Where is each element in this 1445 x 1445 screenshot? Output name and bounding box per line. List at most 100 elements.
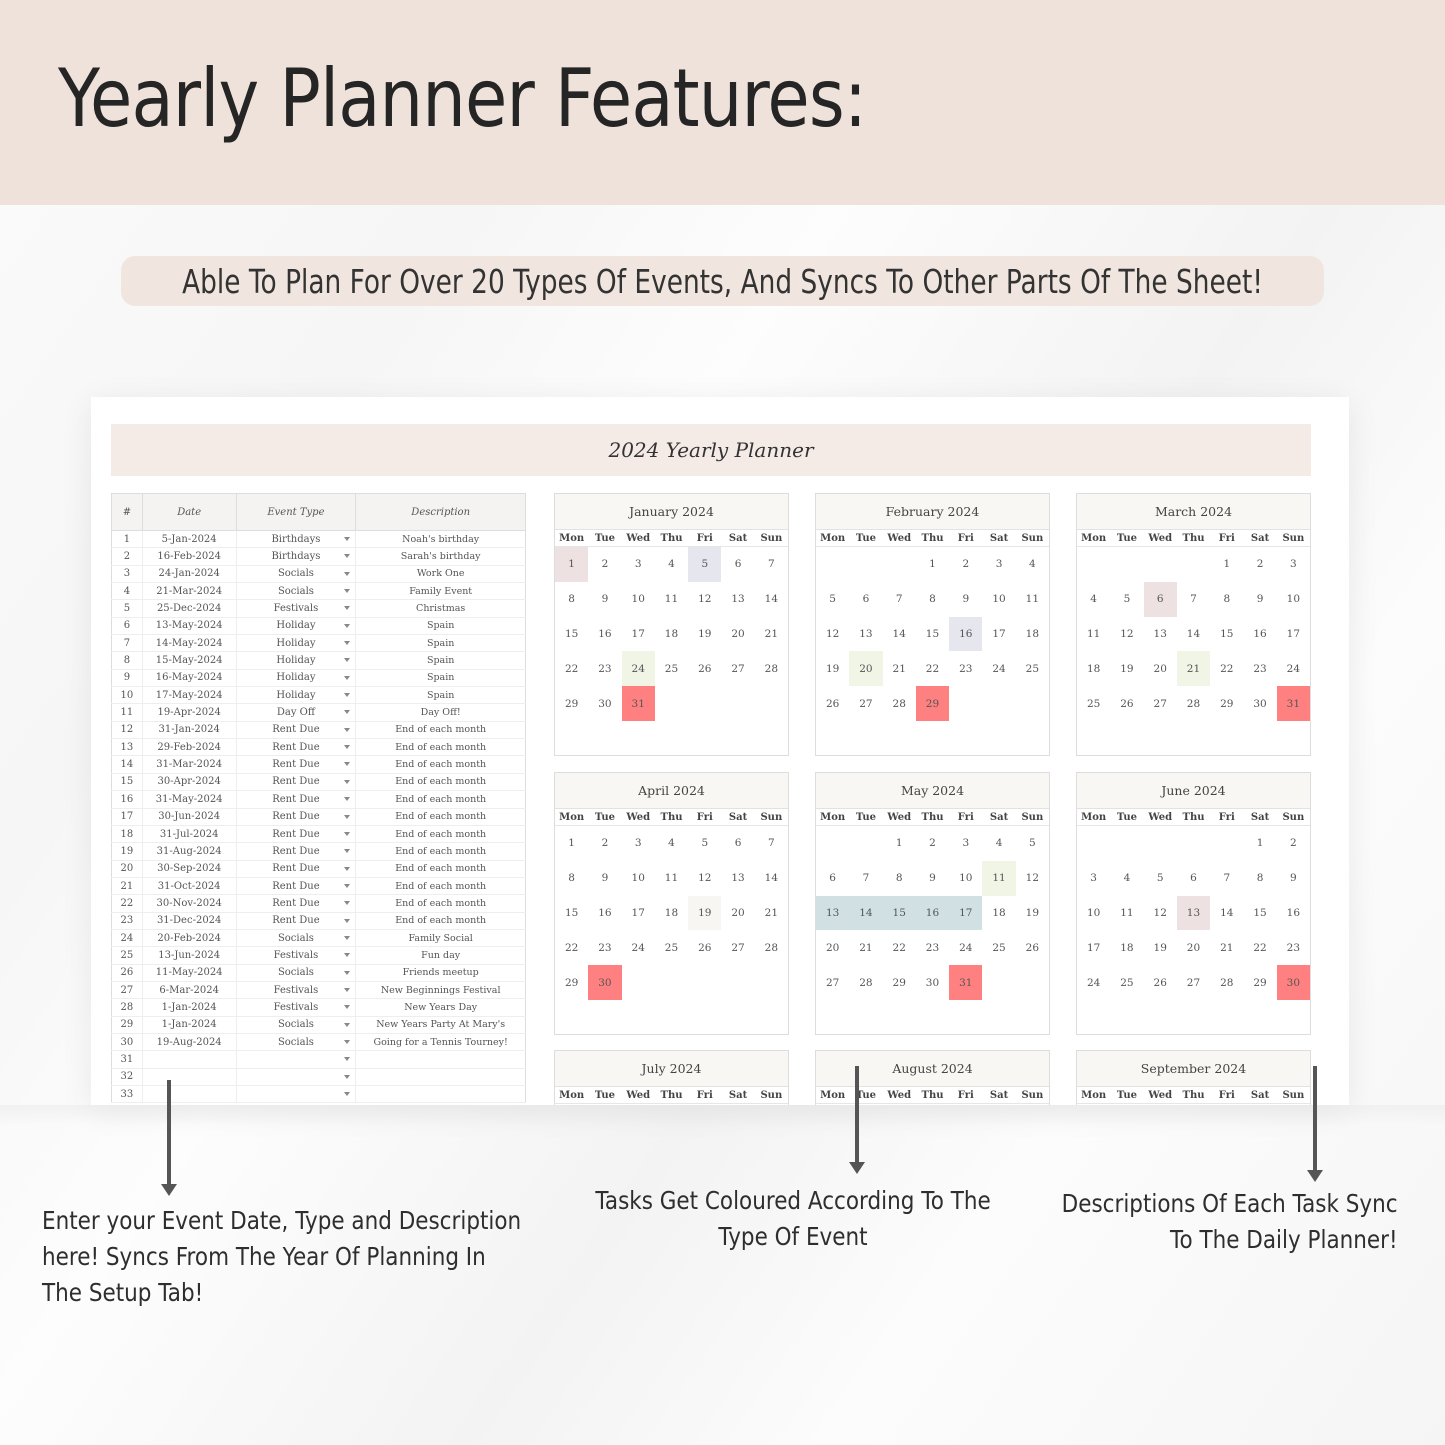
event-type-dropdown[interactable]: Holiday [236, 651, 357, 670]
event-type-dropdown[interactable] [236, 1050, 357, 1069]
event-type-dropdown[interactable]: Socials [236, 1016, 357, 1034]
day-cell[interactable]: 3 [622, 547, 655, 582]
dropdown-arrow-icon[interactable] [344, 762, 351, 767]
date-cell[interactable]: 21-Mar-2024 [142, 582, 237, 601]
day-cell[interactable]: 6 [1177, 861, 1210, 896]
day-cell[interactable]: 8 [883, 861, 916, 896]
day-cell[interactable]: 6 [721, 826, 754, 861]
date-cell[interactable]: 14-May-2024 [142, 634, 237, 653]
day-cell[interactable]: 20 [1144, 651, 1177, 686]
day-cell[interactable]: 4 [1077, 582, 1110, 617]
day-cell[interactable]: 25 [1016, 651, 1049, 686]
description-cell[interactable]: Spain [355, 651, 526, 670]
day-cell[interactable]: 5 [1144, 861, 1177, 896]
day-cell[interactable]: 12 [1016, 861, 1049, 896]
description-cell[interactable] [355, 1085, 526, 1104]
day-cell[interactable]: 3 [1077, 861, 1110, 896]
date-cell[interactable]: 16-May-2024 [142, 669, 237, 688]
day-cell[interactable]: 7 [755, 826, 788, 861]
day-cell[interactable]: 30 [916, 965, 949, 1000]
dropdown-arrow-icon[interactable] [344, 745, 351, 750]
day-cell[interactable]: 10 [622, 582, 655, 617]
event-type-dropdown[interactable]: Holiday [236, 634, 357, 653]
day-cell[interactable]: 23 [588, 651, 621, 686]
event-type-dropdown[interactable]: Rent Due [236, 773, 357, 792]
dropdown-arrow-icon[interactable] [344, 1074, 351, 1079]
day-cell[interactable]: 27 [721, 651, 754, 686]
day-cell[interactable]: 5 [1016, 826, 1049, 861]
day-cell[interactable]: 28 [849, 965, 882, 1000]
day-cell[interactable]: 29 [1243, 965, 1276, 1000]
dropdown-arrow-icon[interactable] [344, 1092, 351, 1096]
day-cell[interactable]: 18 [655, 896, 688, 931]
date-cell[interactable]: 31-Oct-2024 [142, 877, 237, 896]
day-cell-highlighted[interactable]: 31 [621, 686, 655, 721]
day-cell[interactable]: 16 [588, 896, 621, 931]
day-cell[interactable]: 12 [1144, 896, 1177, 931]
dropdown-arrow-icon[interactable] [344, 779, 351, 784]
dropdown-arrow-icon[interactable] [344, 935, 351, 940]
day-cell[interactable]: 9 [1243, 582, 1276, 617]
event-type-dropdown[interactable]: Rent Due [236, 842, 357, 861]
event-type-dropdown[interactable]: Socials [236, 964, 357, 982]
day-cell[interactable]: 12 [816, 617, 849, 652]
day-cell[interactable]: 29 [555, 965, 588, 1000]
day-cell[interactable]: 26 [688, 651, 721, 686]
event-type-dropdown[interactable]: Rent Due [236, 877, 357, 896]
day-cell[interactable]: 28 [883, 686, 916, 721]
dropdown-arrow-icon[interactable] [344, 1057, 351, 1062]
day-cell[interactable]: 16 [1243, 617, 1276, 652]
day-cell[interactable]: 3 [1277, 547, 1310, 582]
day-cell[interactable]: 9 [949, 582, 982, 617]
day-cell[interactable]: 25 [655, 930, 688, 965]
event-type-dropdown[interactable]: Socials [236, 582, 357, 601]
day-cell[interactable]: 17 [1277, 617, 1310, 652]
description-cell[interactable]: End of each month [355, 877, 526, 896]
day-cell[interactable]: 18 [655, 617, 688, 652]
description-cell[interactable]: Going for a Tennis Tourney! [355, 1033, 526, 1052]
event-type-dropdown[interactable]: Holiday [236, 669, 357, 688]
day-cell[interactable]: 1 [1210, 547, 1243, 582]
day-cell[interactable]: 28 [755, 930, 788, 965]
description-cell[interactable]: End of each month [355, 894, 526, 913]
day-cell-highlighted[interactable]: 20 [849, 651, 883, 687]
day-cell[interactable]: 19 [1016, 896, 1049, 931]
dropdown-arrow-icon[interactable] [344, 901, 351, 906]
day-cell[interactable]: 23 [949, 651, 982, 686]
event-type-dropdown[interactable]: Day Off [236, 703, 357, 722]
day-cell-highlighted[interactable]: 31 [1276, 686, 1310, 721]
day-cell-highlighted[interactable]: 29 [915, 686, 950, 721]
day-cell[interactable]: 26 [688, 930, 721, 965]
day-cell[interactable]: 16 [1277, 896, 1310, 931]
day-cell[interactable]: 23 [916, 930, 949, 965]
date-cell[interactable]: 6-Mar-2024 [142, 981, 237, 1000]
date-cell[interactable]: 5-Jan-2024 [142, 530, 237, 549]
dropdown-arrow-icon[interactable] [344, 693, 351, 698]
day-cell-highlighted[interactable]: 21 [1176, 651, 1211, 687]
dropdown-arrow-icon[interactable] [344, 537, 351, 541]
day-cell-highlighted[interactable]: 5 [688, 547, 722, 582]
date-cell[interactable]: 13-Jun-2024 [142, 946, 237, 965]
dropdown-arrow-icon[interactable] [344, 1022, 351, 1027]
day-cell[interactable]: 4 [655, 826, 688, 861]
day-cell[interactable]: 4 [1016, 547, 1049, 582]
day-cell-highlighted[interactable]: 19 [688, 895, 722, 931]
description-cell[interactable]: New Beginnings Festival [355, 981, 526, 1000]
description-cell[interactable]: Christmas [355, 599, 526, 618]
day-cell-highlighted[interactable]: 16 [915, 895, 950, 931]
day-cell[interactable]: 21 [1210, 930, 1243, 965]
day-cell[interactable]: 10 [949, 861, 982, 896]
description-cell[interactable]: End of each month [355, 721, 526, 740]
day-cell[interactable]: 26 [816, 686, 849, 721]
day-cell[interactable]: 28 [1210, 965, 1243, 1000]
event-type-dropdown[interactable]: Socials [236, 929, 357, 948]
day-cell[interactable]: 17 [622, 896, 655, 931]
date-cell[interactable]: 31-Jan-2024 [142, 721, 237, 740]
day-cell[interactable]: 8 [1243, 861, 1276, 896]
description-cell[interactable] [355, 1068, 526, 1087]
day-cell[interactable]: 4 [982, 826, 1015, 861]
day-cell[interactable]: 18 [1110, 930, 1143, 965]
day-cell[interactable]: 24 [982, 651, 1015, 686]
event-type-dropdown[interactable]: Rent Due [236, 912, 357, 930]
day-cell[interactable]: 21 [755, 896, 788, 931]
